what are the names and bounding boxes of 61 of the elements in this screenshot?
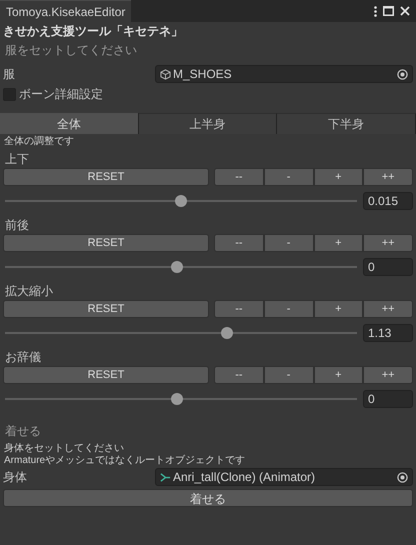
window-tab[interactable]: Tomoya.KisekaeEditor <box>0 0 132 22</box>
slider[interactable] <box>3 392 359 406</box>
tool-heading: きせかえ支援ツール「キセテネ」 <box>2 23 184 39</box>
field-label: 身体 <box>3 469 28 486</box>
object-field[interactable]: M_SHOES <box>155 65 413 83</box>
dress-button[interactable]: 着せる <box>3 489 413 507</box>
slider-thumb[interactable] <box>221 327 234 339</box>
close-icon[interactable] <box>400 6 410 16</box>
step-button[interactable]: ++ <box>363 234 413 252</box>
hint-text: 身体をセットしてください <box>3 443 125 455</box>
slider[interactable] <box>3 260 359 274</box>
value-field[interactable]: 0 <box>363 258 413 276</box>
value-field[interactable]: 0 <box>363 390 413 408</box>
step-button[interactable]: -- <box>214 300 264 318</box>
target-icon[interactable] <box>397 472 408 482</box>
object-field[interactable]: Anri_tall(Clone) (Animator) <box>155 468 413 486</box>
step-button[interactable]: - <box>264 168 314 186</box>
slider-thumb[interactable] <box>175 195 187 207</box>
adjust-label: 上下 <box>4 151 30 168</box>
tab[interactable]: 上半身 <box>138 113 278 134</box>
cube-icon <box>160 68 171 80</box>
step-button[interactable]: - <box>264 300 314 318</box>
tab-note: 全体の調整です <box>3 134 75 149</box>
slider[interactable] <box>3 194 359 208</box>
reset-button[interactable]: RESET <box>3 300 209 318</box>
step-button[interactable]: -- <box>214 168 264 186</box>
reset-button[interactable]: RESET <box>3 168 209 186</box>
adjust-label: 前後 <box>4 217 30 234</box>
clothes-hint: 服をセットしてください <box>4 42 138 59</box>
field-value: Anri_tall(Clone) (Animator) <box>173 469 316 486</box>
step-button[interactable]: ++ <box>363 366 413 384</box>
reset-button[interactable]: RESET <box>3 366 209 384</box>
slider-thumb[interactable] <box>171 261 184 273</box>
maximize-icon[interactable] <box>383 6 394 16</box>
value-field[interactable]: 1.13 <box>363 324 413 342</box>
field-value: M_SHOES <box>173 66 233 83</box>
step-button[interactable]: ++ <box>363 300 413 318</box>
field-label: 服 <box>3 66 16 83</box>
step-button[interactable]: -- <box>214 234 264 252</box>
step-button[interactable]: ++ <box>363 168 413 186</box>
section-title: 着せる <box>4 423 42 440</box>
slider[interactable] <box>3 326 359 340</box>
step-button[interactable]: + <box>314 234 364 252</box>
step-button[interactable]: - <box>264 366 314 384</box>
step-button[interactable]: + <box>314 300 364 318</box>
tab[interactable]: 全体 <box>0 113 139 134</box>
step-button[interactable]: - <box>264 234 314 252</box>
adjust-label: お辞儀 <box>4 349 42 366</box>
checkbox-label: ボーン詳細設定 <box>19 86 103 103</box>
adjust-label: 拡大縮小 <box>4 283 54 300</box>
value-field[interactable]: 0.015 <box>363 192 413 210</box>
tab[interactable]: 下半身 <box>277 113 416 134</box>
hint-text: Armatureやメッシュではなくルートオブジェクトです <box>3 455 246 467</box>
target-icon[interactable] <box>397 68 408 80</box>
more-icon[interactable] <box>374 6 377 16</box>
step-button[interactable]: + <box>314 168 364 186</box>
branch-icon <box>160 472 171 482</box>
reset-button[interactable]: RESET <box>3 234 209 252</box>
step-button[interactable]: -- <box>214 366 264 384</box>
step-button[interactable]: + <box>314 366 364 384</box>
slider-thumb[interactable] <box>171 393 184 405</box>
